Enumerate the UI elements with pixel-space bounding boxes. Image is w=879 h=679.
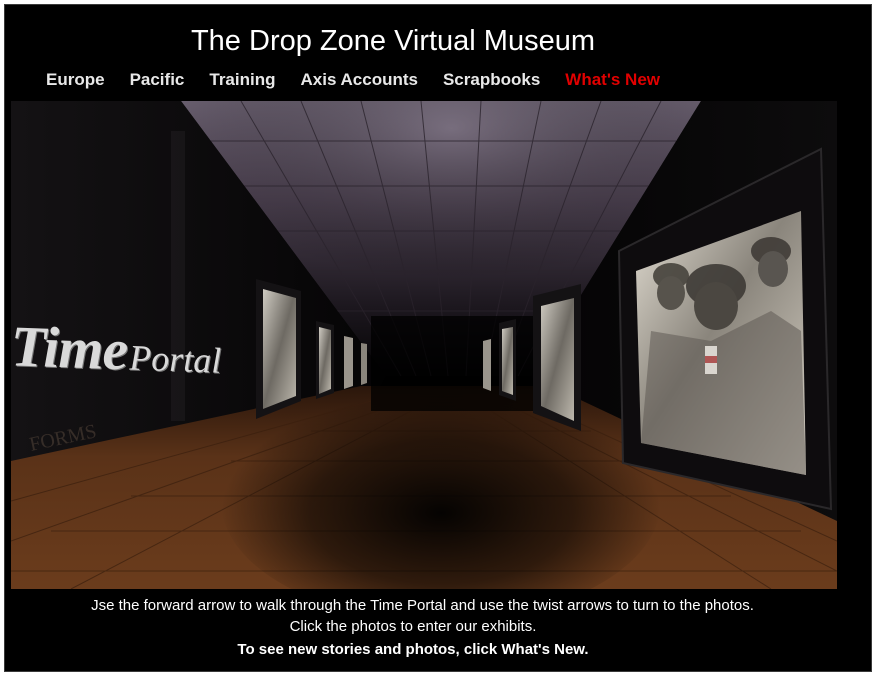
logo-time-text: Time	[11, 313, 128, 383]
nav-axis-accounts[interactable]: Axis Accounts	[301, 70, 418, 90]
left-photo-3	[344, 336, 353, 389]
left-photo-2	[316, 321, 334, 399]
time-portal-logo: TimePortal	[11, 312, 221, 386]
nav-training[interactable]: Training	[209, 70, 275, 90]
instructions: Jse the forward arrow to walk through th…	[5, 595, 871, 660]
nav-pacific[interactable]: Pacific	[130, 70, 185, 90]
time-portal-viewer[interactable]: FORMS TimePortal	[11, 101, 837, 589]
left-photo-4	[361, 343, 367, 385]
right-photo-3	[499, 319, 516, 401]
right-photo-4	[483, 339, 491, 391]
instructions-line-2: Click the photos to enter our exhibits.	[289, 618, 537, 635]
logo-portal-text: Portal	[129, 337, 222, 381]
nav-europe[interactable]: Europe	[46, 70, 105, 90]
right-photo-2	[533, 284, 581, 431]
instructions-line-3: To see new stories and photos, click Wha…	[237, 641, 589, 658]
instructions-line-1: Jse the forward arrow to walk through th…	[91, 597, 754, 614]
nav-scrapbooks[interactable]: Scrapbooks	[443, 70, 540, 90]
nav-whats-new[interactable]: What's New	[565, 70, 660, 90]
main-nav: Europe Pacific Training Axis Accounts Sc…	[46, 70, 660, 90]
site-title: The Drop Zone Virtual Museum	[190, 25, 596, 57]
left-photo-1	[256, 279, 301, 419]
page-frame: The Drop Zone Virtual Museum Europe Paci…	[4, 4, 872, 672]
